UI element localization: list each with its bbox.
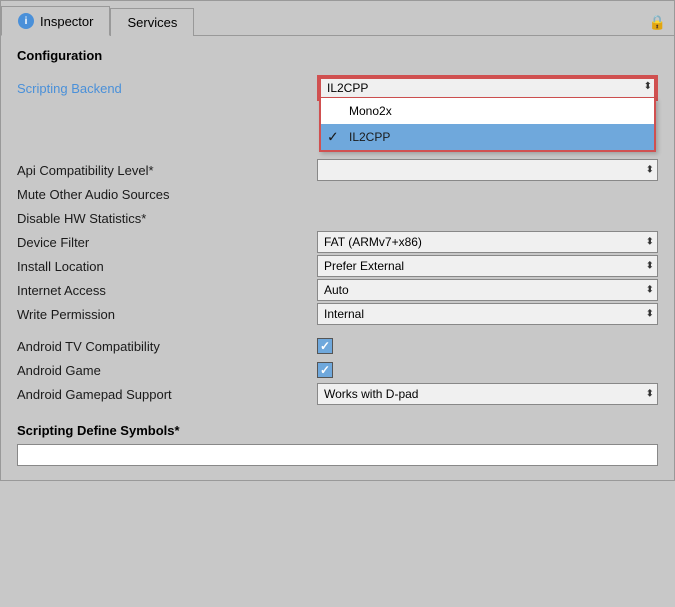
android-game-checkbox[interactable] <box>317 362 333 378</box>
internet-access-dropdown[interactable]: Auto <box>317 279 658 301</box>
api-compatibility-dropdown[interactable] <box>317 159 658 181</box>
write-permission-value: Internal <box>317 303 658 325</box>
write-permission-dropdown[interactable]: Internal <box>317 303 658 325</box>
gamepad-support-dropdown[interactable]: Works with D-pad <box>317 383 658 405</box>
device-filter-select[interactable]: FAT (ARMv7+x86) <box>317 231 658 253</box>
android-tv-checkbox[interactable] <box>317 338 333 354</box>
option-il2cpp[interactable]: ✓ IL2CPP <box>321 124 654 150</box>
scripting-define-input[interactable] <box>17 444 658 466</box>
android-game-checkbox-wrapper <box>317 362 658 378</box>
install-location-label: Install Location <box>17 259 317 274</box>
tab-services-label: Services <box>127 15 177 30</box>
tab-bar: i Inspector Services 🔒 <box>1 1 674 36</box>
info-icon: i <box>18 13 34 29</box>
android-game-label: Android Game <box>17 363 317 378</box>
device-filter-row: Device Filter FAT (ARMv7+x86) <box>17 231 658 253</box>
content-area: Configuration Scripting Backend IL2CPP M… <box>1 36 674 480</box>
section-title: Configuration <box>17 48 658 63</box>
internet-access-select[interactable]: Auto <box>317 279 658 301</box>
lock-icon: 🔒 <box>649 14 666 30</box>
gamepad-support-label: Android Gamepad Support <box>17 387 317 402</box>
gamepad-support-value: Works with D-pad <box>317 383 658 405</box>
install-location-select[interactable]: Prefer External <box>317 255 658 277</box>
device-filter-dropdown[interactable]: FAT (ARMv7+x86) <box>317 231 658 253</box>
android-tv-label: Android TV Compatibility <box>17 339 317 354</box>
scripting-backend-trigger[interactable]: IL2CPP <box>319 77 656 99</box>
mute-audio-label: Mute Other Audio Sources <box>17 187 317 202</box>
main-window: i Inspector Services 🔒 Configuration Scr… <box>0 0 675 481</box>
install-location-value: Prefer External <box>317 255 658 277</box>
spacer <box>17 327 658 335</box>
scripting-define-label: Scripting Define Symbols* <box>17 423 180 438</box>
android-tv-row: Android TV Compatibility <box>17 335 658 357</box>
android-tv-checkbox-wrapper <box>317 338 658 354</box>
disable-hw-stats-row: Disable HW Statistics* <box>17 207 658 229</box>
mute-audio-row: Mute Other Audio Sources <box>17 183 658 205</box>
tab-inspector-label: Inspector <box>40 14 93 29</box>
spacer2 <box>17 407 658 415</box>
disable-hw-stats-label: Disable HW Statistics* <box>17 211 317 226</box>
gamepad-support-select[interactable]: Works with D-pad <box>317 383 658 405</box>
api-compatibility-select[interactable] <box>317 159 658 181</box>
api-compatibility-row: Api Compatibility Level* <box>17 159 658 181</box>
option-mono2x[interactable]: Mono2x <box>321 98 654 124</box>
scripting-backend-label[interactable]: Scripting Backend <box>17 81 317 96</box>
tab-inspector[interactable]: i Inspector <box>1 6 110 36</box>
scripting-backend-dropdown-open[interactable]: IL2CPP Mono2x ✓ IL2CPP <box>317 75 658 101</box>
android-game-row: Android Game <box>17 359 658 381</box>
device-filter-value: FAT (ARMv7+x86) <box>317 231 658 253</box>
device-filter-label: Device Filter <box>17 235 317 250</box>
scripting-define-input-row <box>17 444 658 466</box>
internet-access-label: Internet Access <box>17 283 317 298</box>
write-permission-label: Write Permission <box>17 307 317 322</box>
api-compatibility-value <box>317 159 658 181</box>
scripting-backend-row: Scripting Backend IL2CPP Mono2x ✓ IL2CPP <box>17 75 658 101</box>
internet-access-row: Internet Access Auto <box>17 279 658 301</box>
checkmark-icon: ✓ <box>327 129 339 146</box>
write-permission-row: Write Permission Internal <box>17 303 658 325</box>
write-permission-select[interactable]: Internal <box>317 303 658 325</box>
install-location-row: Install Location Prefer External <box>17 255 658 277</box>
scripting-backend-menu: Mono2x ✓ IL2CPP <box>319 98 656 152</box>
scripting-backend-value: IL2CPP Mono2x ✓ IL2CPP <box>317 75 658 101</box>
scripting-define-row: Scripting Define Symbols* <box>17 415 658 442</box>
api-compatibility-label: Api Compatibility Level* <box>17 163 317 178</box>
gamepad-support-row: Android Gamepad Support Works with D-pad <box>17 383 658 405</box>
internet-access-value: Auto <box>317 279 658 301</box>
tab-bar-right: 🔒 <box>649 14 674 35</box>
tab-services[interactable]: Services <box>110 8 194 36</box>
install-location-dropdown[interactable]: Prefer External <box>317 255 658 277</box>
